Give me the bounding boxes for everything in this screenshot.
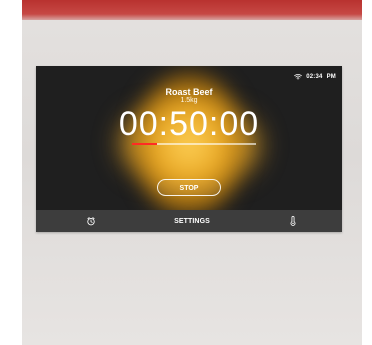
appliance-ui-screenshot: 02:34 PM Roast Beef 1.5kg 00:50:00 STOP … (0, 0, 372, 345)
timer-icon[interactable] (86, 216, 96, 226)
oven-display-screen: 02:34 PM Roast Beef 1.5kg 00:50:00 STOP … (36, 66, 342, 232)
timer-progress-fill (132, 143, 157, 145)
bottom-navigation-bar: SETTINGS (36, 210, 342, 232)
timer-progress-track (132, 143, 256, 145)
status-time: 02:34 (306, 73, 323, 80)
wifi-icon (294, 73, 303, 80)
countdown-timer: 00:50:00 (118, 105, 260, 143)
status-bar: 02:34 PM (294, 73, 336, 80)
thermometer-icon[interactable] (288, 216, 298, 226)
recipe-weight: 1.5kg (180, 97, 198, 104)
status-meridiem: PM (326, 73, 336, 80)
stop-button[interactable]: STOP (157, 179, 221, 196)
top-trim (22, 0, 362, 20)
settings-button[interactable]: SETTINGS (174, 218, 210, 225)
recipe-title: Roast Beef (165, 87, 213, 97)
